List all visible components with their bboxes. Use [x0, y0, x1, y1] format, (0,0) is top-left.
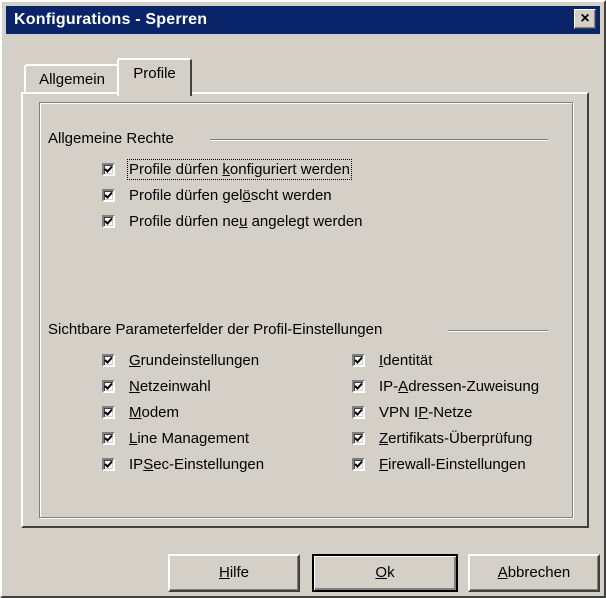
check-icon: [354, 356, 363, 364]
check-icon: [354, 408, 363, 416]
checkbox-label: VPN IP-Netze: [379, 404, 473, 421]
checkbox-box[interactable]: [102, 189, 115, 202]
checkbox-configure-profiles[interactable]: Profile dürfen konfiguriert werden: [102, 159, 352, 180]
checkbox-label: Profile dürfen gelöscht werden: [129, 187, 332, 204]
check-icon: [104, 460, 113, 468]
tab-panel-profile: Allgemeine Rechte Profile dürfen konfigu…: [21, 92, 589, 528]
cancel-button[interactable]: Abbrechen: [468, 554, 600, 592]
checkbox-label: IP-Adressen-Zuweisung: [379, 378, 540, 395]
checkbox-label: Line Management: [129, 430, 250, 447]
group-title-rights: Allgemeine Rechte: [48, 130, 182, 147]
checkbox-box[interactable]: [102, 163, 115, 176]
checkbox-label: Profile dürfen konfiguriert werden: [127, 159, 352, 180]
group-divider: [448, 330, 548, 332]
tab-label: Profile: [133, 65, 176, 82]
checkbox-box[interactable]: [102, 406, 115, 419]
checkbox-ip-adressen-zuweisung[interactable]: IP-Adressen-Zuweisung: [352, 378, 539, 395]
checkbox-label: Identität: [379, 352, 433, 369]
check-icon: [104, 408, 113, 416]
checkbox-label: Netzeinwahl: [129, 378, 211, 395]
checkbox-line-management[interactable]: Line Management: [102, 430, 249, 447]
checkbox-netzeinwahl[interactable]: Netzeinwahl: [102, 378, 211, 395]
check-icon: [104, 434, 113, 442]
check-icon: [354, 382, 363, 390]
checkbox-zertifikats-ueberpruefung[interactable]: Zertifikats-Überprüfung: [352, 430, 532, 447]
checkbox-box[interactable]: [102, 215, 115, 228]
checkbox-label: IPSec-Einstellungen: [129, 456, 265, 473]
checkbox-box[interactable]: [352, 354, 365, 367]
check-icon: [104, 191, 113, 199]
checkbox-identitaet[interactable]: Identität: [352, 352, 432, 369]
checkbox-create-profiles[interactable]: Profile dürfen neu angelegt werden: [102, 213, 363, 230]
check-icon: [354, 460, 363, 468]
group-title-fields: Sichtbare Parameterfelder der Profil-Ein…: [48, 321, 391, 338]
tab-profile[interactable]: Profile: [117, 58, 192, 96]
window-title: Konfigurations - Sperren: [14, 11, 208, 28]
checkbox-grundeinstellungen[interactable]: Grundeinstellungen: [102, 352, 259, 369]
checkbox-box[interactable]: [102, 380, 115, 393]
checkbox-vpn-ip-netze[interactable]: VPN IP-Netze: [352, 404, 472, 421]
group-divider: [210, 139, 548, 141]
dialog-window: Konfigurations - Sperren × Allgemein Pro…: [0, 0, 606, 598]
check-icon: [104, 356, 113, 364]
tab-allgemein[interactable]: Allgemein: [24, 64, 120, 94]
checkbox-box[interactable]: [352, 380, 365, 393]
ok-button[interactable]: Ok: [312, 554, 458, 592]
help-button[interactable]: Hilfe: [168, 554, 300, 592]
checkbox-label: Modem: [129, 404, 180, 421]
checkbox-box[interactable]: [352, 406, 365, 419]
panel-frame: Allgemeine Rechte Profile dürfen konfigu…: [39, 102, 573, 518]
check-icon: [104, 165, 113, 173]
close-icon: ×: [580, 10, 590, 27]
checkbox-label: Grundeinstellungen: [129, 352, 260, 369]
checkbox-box[interactable]: [352, 432, 365, 445]
check-icon: [354, 434, 363, 442]
checkbox-box[interactable]: [102, 432, 115, 445]
checkbox-modem[interactable]: Modem: [102, 404, 179, 421]
title-bar: Konfigurations - Sperren ×: [6, 6, 600, 34]
tab-label: Allgemein: [39, 71, 105, 88]
checkbox-box[interactable]: [352, 458, 365, 471]
checkbox-box[interactable]: [102, 458, 115, 471]
checkbox-delete-profiles[interactable]: Profile dürfen gelöscht werden: [102, 187, 332, 204]
checkbox-ipsec-einstellungen[interactable]: IPSec-Einstellungen: [102, 456, 264, 473]
checkbox-label: Firewall-Einstellungen: [379, 456, 526, 473]
close-button[interactable]: ×: [574, 9, 596, 29]
checkbox-label: Zertifikats-Überprüfung: [379, 430, 533, 447]
check-icon: [104, 217, 113, 225]
checkbox-box[interactable]: [102, 354, 115, 367]
checkbox-firewall-einstellungen[interactable]: Firewall-Einstellungen: [352, 456, 526, 473]
checkbox-label: Profile dürfen neu angelegt werden: [129, 213, 363, 230]
check-icon: [104, 382, 113, 390]
